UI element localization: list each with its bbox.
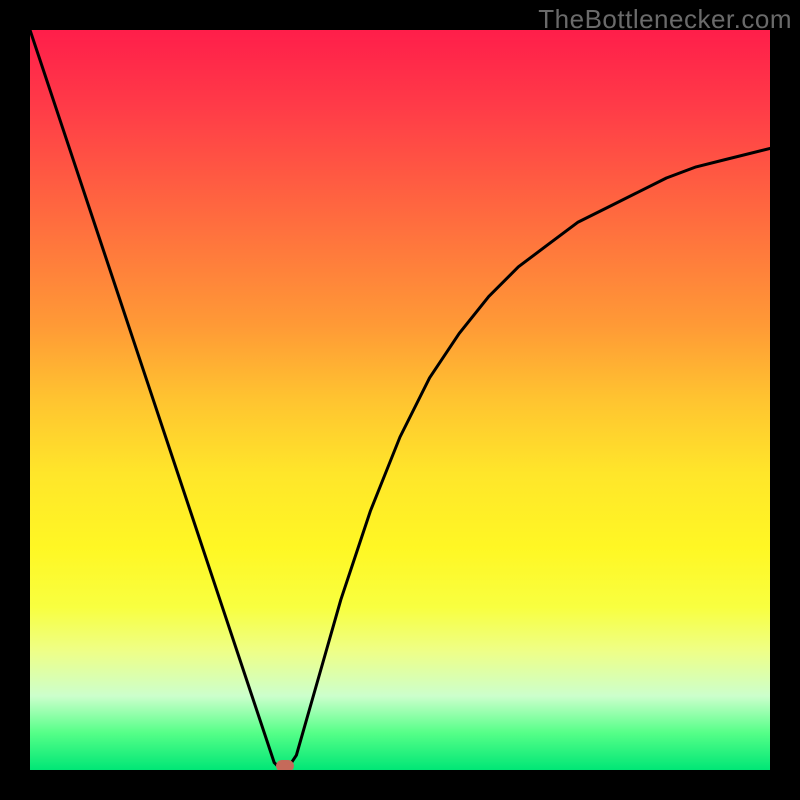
watermark-label: TheBottlenecker.com [538, 4, 792, 35]
optimum-marker-icon [276, 760, 294, 770]
bottleneck-curve-path [30, 30, 770, 770]
bottleneck-line-svg [30, 30, 770, 770]
chart-plot-area [30, 30, 770, 770]
